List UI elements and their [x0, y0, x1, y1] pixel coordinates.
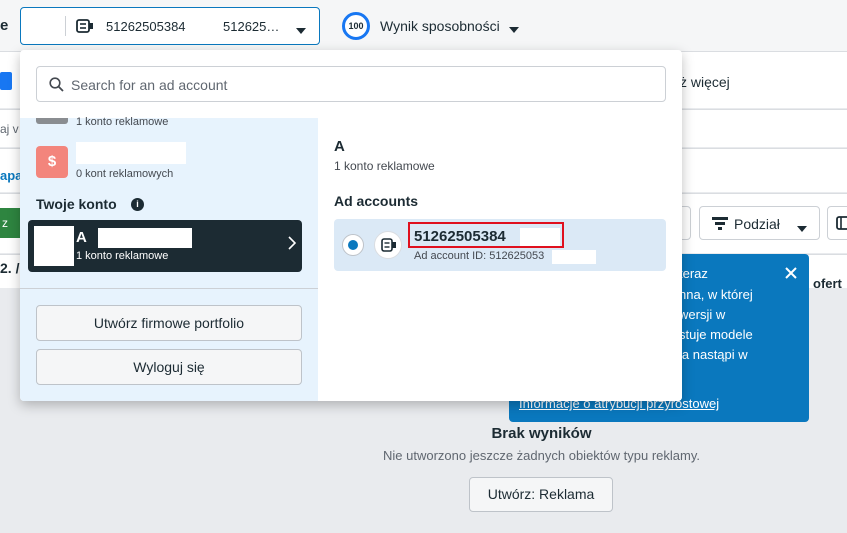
- top-bar: e 51262505384 512625… 100 Wynik sposobno…: [0, 0, 847, 52]
- ad-account-selector[interactable]: 51262505384 512625…: [20, 7, 320, 45]
- selected-account-id: 51262505384: [106, 19, 186, 34]
- portfolio-account-count: 1 konto reklamowe: [76, 116, 169, 128]
- ad-accounts-pane: A 1 konto reklamowe Ad accounts 51262505…: [318, 118, 682, 401]
- opportunity-score-badge[interactable]: 100: [342, 12, 370, 40]
- empty-state-subtitle: Nie utworzono jeszcze żadnych obiektów t…: [383, 448, 700, 463]
- business-portfolio-list: 1 konto reklamowe $ 0 kont reklamowych T…: [20, 116, 318, 401]
- redacted-portfolio-name[interactable]: [76, 142, 186, 164]
- tooltip-line: stuje modele: [679, 327, 753, 342]
- portfolio-account-count: 0 kont reklamowych: [76, 168, 174, 180]
- see-more-link[interactable]: ż więcej: [680, 74, 730, 90]
- create-business-portfolio-button[interactable]: Utwórz firmowe portfolio: [36, 305, 302, 341]
- tooltip-line: nna, w której: [679, 287, 753, 302]
- tooltip-line: ja nastąpi w: [679, 347, 748, 362]
- table-header-fragment: ofert: [813, 276, 842, 291]
- ad-accounts-heading: Ad accounts: [334, 193, 419, 209]
- your-account-heading: Twoje konto: [36, 196, 117, 212]
- account-radio[interactable]: [342, 234, 364, 256]
- redacted-avatar: [34, 226, 74, 266]
- empty-state-title: Brak wyników: [491, 425, 592, 442]
- highlight-box: [408, 222, 564, 248]
- chevron-down-icon: [796, 221, 808, 236]
- ad-account-dropdown: 1 konto reklamowe $ 0 kont reklamowych T…: [20, 50, 682, 401]
- search-input[interactable]: [71, 75, 651, 95]
- logout-button[interactable]: Wyloguj się: [36, 349, 302, 385]
- columns-button[interactable]: [827, 206, 847, 240]
- selected-portfolio-item[interactable]: A 1 konto reklamowe: [28, 220, 302, 272]
- redacted-area: [552, 250, 596, 264]
- ad-account-row[interactable]: 51262505384 Ad account ID: 512625053: [334, 219, 666, 271]
- search-fragment: aj v: [0, 122, 19, 136]
- breakdown-icon: [712, 217, 728, 234]
- search-icon: [49, 77, 64, 95]
- info-icon[interactable]: i: [131, 198, 144, 211]
- ad-account-icon: [381, 238, 397, 255]
- chevron-down-icon: [295, 23, 307, 38]
- divider: [20, 288, 318, 289]
- ad-account-id-subtext: Ad account ID: 512625053: [414, 250, 545, 262]
- breakdown-label: Podział: [734, 216, 780, 232]
- portfolio-name: A: [76, 229, 87, 246]
- ad-account-icon: [76, 18, 94, 37]
- opportunity-score-label[interactable]: Wynik sposobności: [380, 18, 500, 34]
- create-ad-button[interactable]: Utwórz: Reklama: [469, 477, 613, 512]
- account-search-box[interactable]: [36, 66, 666, 102]
- portfolio-account-count: 1 konto reklamowe: [334, 159, 435, 173]
- breakdown-button[interactable]: Podział: [699, 206, 820, 240]
- folder-icon: [0, 72, 12, 90]
- chevron-down-icon[interactable]: [508, 22, 520, 37]
- create-button-fragment[interactable]: z: [0, 208, 22, 238]
- page-title-fragment: e: [0, 17, 9, 34]
- tooltip-line: wersji w: [679, 307, 726, 322]
- close-icon[interactable]: [785, 266, 797, 282]
- portfolio-account-count: 1 konto reklamowe: [76, 250, 169, 262]
- tooltip-line: teraz: [679, 266, 708, 281]
- divider: [65, 16, 66, 36]
- portfolio-name: A: [334, 138, 345, 155]
- selected-account-id-truncated: 512625…: [223, 19, 280, 34]
- table-header-fragment: 2. /: [0, 260, 20, 276]
- portfolio-avatar[interactable]: $: [36, 146, 68, 178]
- portfolio-avatar: [36, 118, 68, 124]
- redacted-name: [98, 228, 192, 248]
- redacted-area: [27, 14, 63, 38]
- chevron-right-icon: [288, 236, 297, 253]
